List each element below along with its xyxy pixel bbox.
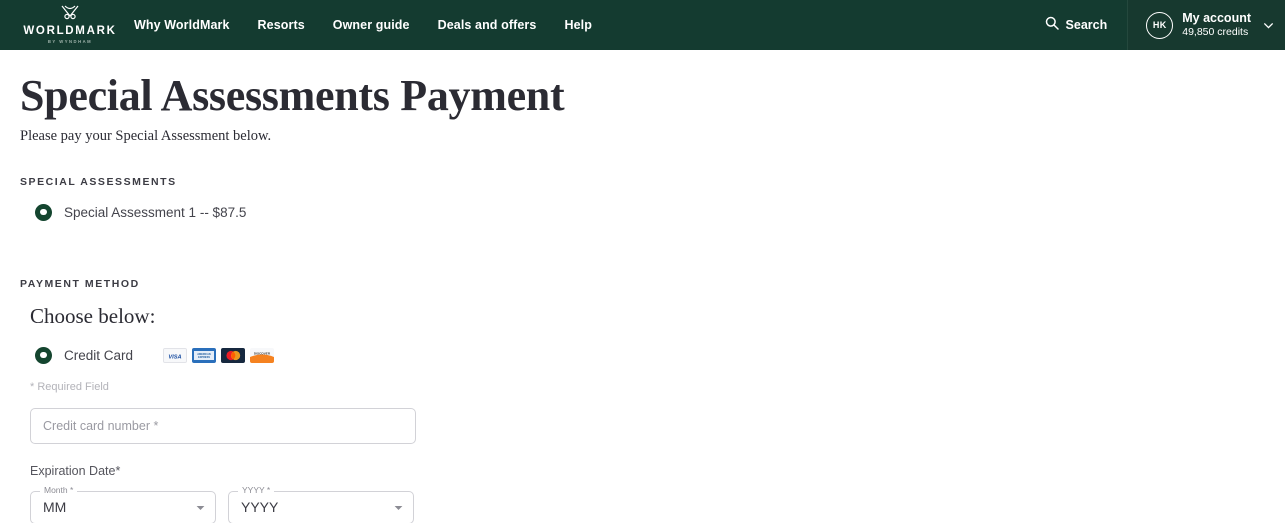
special-assessment-label: Special Assessment 1 -- $87.5 — [64, 204, 247, 220]
payment-method-label: PAYMENT METHOD — [20, 277, 140, 290]
special-assessment-option-row[interactable]: Special Assessment 1 -- $87.5 — [35, 203, 1285, 221]
avatar: HK — [1146, 11, 1174, 39]
header-right-group: Search HK My account 49,850 credits — [1031, 0, 1285, 50]
month-select-notch-label: Month * — [40, 484, 78, 495]
visa-card-icon: VISA — [163, 347, 188, 363]
credit-card-number-placeholder: Credit card number * — [43, 418, 159, 433]
required-field-note: * Required Field — [30, 380, 109, 393]
search-label: Search — [1065, 18, 1108, 32]
worldmark-logo[interactable]: WORLDMARK BY WYNDHAM — [14, 5, 126, 44]
account-title: My account — [1182, 10, 1251, 25]
page-subtitle: Please pay your Special Assessment below… — [20, 127, 272, 144]
expiration-selects-row: Month * MM YYYY * YYYY — [20, 484, 1285, 523]
amex-card-icon: AMERICAN EXPRESS — [192, 347, 217, 363]
search-icon — [1045, 16, 1059, 35]
month-select-value: MM — [43, 499, 67, 516]
mastercard-card-icon — [221, 347, 246, 363]
expiration-month-select[interactable]: Month * MM — [30, 484, 216, 523]
main-navigation: Why WorldMark Resorts Owner guide Deals … — [134, 18, 592, 32]
my-account-menu[interactable]: HK My account 49,850 credits — [1127, 0, 1285, 50]
svg-text:VISA: VISA — [168, 354, 181, 360]
credit-card-number-input[interactable]: Credit card number * — [30, 407, 416, 444]
expiration-date-label: Expiration Date* — [30, 463, 121, 478]
worldmark-logo-icon — [58, 5, 82, 24]
year-select-notch-label: YYYY * — [238, 484, 275, 495]
chevron-down-icon[interactable] — [1264, 16, 1273, 34]
credit-card-radio[interactable] — [35, 346, 52, 364]
site-header: WORLDMARK BY WYNDHAM Why WorldMark Resor… — [0, 0, 1285, 50]
expiration-year-select[interactable]: YYYY * YYYY — [228, 484, 414, 523]
logo-wordmark: WORLDMARK — [23, 25, 117, 38]
logo-subtext: BY WYNDHAM — [47, 39, 93, 45]
nav-item-deals-and-offers[interactable]: Deals and offers — [438, 18, 537, 32]
account-text-group: My account 49,850 credits — [1182, 11, 1251, 40]
special-assessment-radio[interactable] — [35, 203, 52, 221]
account-credits: 49,850 credits — [1182, 26, 1249, 39]
svg-text:DISCOVER: DISCOVER — [254, 351, 271, 355]
chevron-down-icon[interactable] — [196, 498, 205, 516]
page-title: Special Assessments Payment — [20, 71, 565, 120]
choose-below-heading: Choose below: — [30, 303, 156, 328]
svg-text:EXPRESS: EXPRESS — [198, 356, 210, 359]
chevron-down-icon[interactable] — [394, 498, 403, 516]
discover-card-icon: DISCOVER — [250, 347, 275, 363]
nav-item-resorts[interactable]: Resorts — [258, 18, 305, 32]
search-button[interactable]: Search — [1031, 0, 1128, 50]
nav-item-why-worldmark[interactable]: Why WorldMark — [134, 18, 230, 32]
main-content: Special Assessments Payment Please pay y… — [0, 71, 1285, 523]
credit-card-option-row[interactable]: Credit Card VISA AMERICAN EXPRESS DISCOV… — [35, 346, 1285, 364]
nav-item-owner-guide[interactable]: Owner guide — [333, 18, 410, 32]
credit-card-label: Credit Card — [64, 347, 134, 363]
year-select-value: YYYY — [241, 499, 279, 516]
accepted-card-logos: VISA AMERICAN EXPRESS DISCOVER — [163, 347, 275, 363]
special-assessments-label: SPECIAL ASSESSMENTS — [20, 175, 177, 188]
nav-item-help[interactable]: Help — [564, 18, 592, 32]
